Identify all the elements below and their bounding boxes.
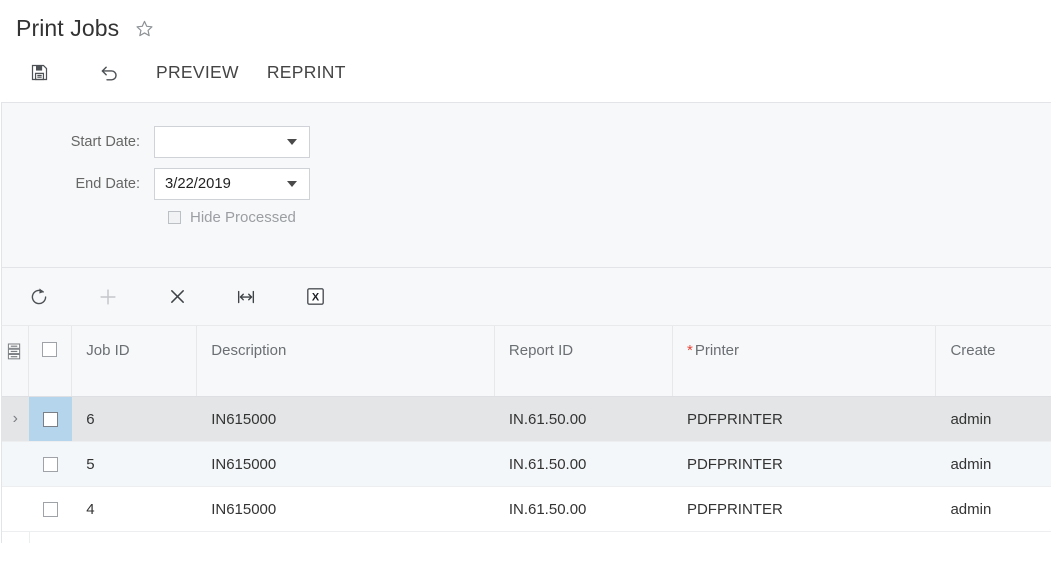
fit-width-icon[interactable] [229, 280, 263, 314]
refresh-icon[interactable] [22, 280, 56, 314]
page-title: Print Jobs [16, 14, 120, 41]
cell-created-by: admin [950, 500, 992, 518]
filter-panel: Start Date: End Date: 3/22/2019 Hide Pro… [1, 102, 1051, 268]
select-all-checkbox[interactable] [42, 342, 58, 357]
cell-printer: PDFPRINTER [686, 455, 783, 473]
hide-processed-checkbox[interactable] [168, 211, 181, 224]
column-header-description[interactable]: Description [197, 326, 495, 396]
chevron-down-icon[interactable] [287, 139, 297, 145]
hide-processed-label: Hide Processed [190, 209, 296, 226]
cell-printer: PDFPRINTER [686, 410, 783, 428]
save-icon[interactable] [22, 55, 56, 89]
cell-report-id: IN.61.50.00 [508, 455, 587, 473]
cell-created-by: admin [950, 410, 992, 428]
column-header-printer-label: Printer [694, 342, 740, 359]
hide-processed-row: Hide Processed [168, 209, 1051, 226]
row-indicator [2, 442, 29, 486]
start-date-row: Start Date: [2, 125, 1051, 159]
end-date-value: 3/22/2019 [165, 176, 231, 192]
undo-icon[interactable] [92, 55, 126, 89]
svg-text:X: X [311, 292, 319, 304]
cell-report-id: IN.61.50.00 [508, 410, 587, 428]
cell-job-id: 5 [86, 455, 95, 473]
grid-toolbar: X [1, 268, 1051, 326]
star-outline-icon[interactable] [133, 17, 155, 39]
reprint-button[interactable]: REPRINT [267, 62, 346, 83]
start-date-label: Start Date: [70, 134, 140, 150]
row-indicator [2, 487, 29, 531]
row-checkbox-cell [29, 442, 73, 486]
cell-created-by: admin [950, 455, 992, 473]
chevron-down-icon[interactable] [287, 181, 297, 187]
end-date-label: End Date: [75, 176, 141, 192]
end-date-row: End Date: 3/22/2019 [2, 167, 1051, 201]
page-header: Print Jobs [0, 0, 1051, 42]
row-checkbox[interactable] [42, 411, 58, 427]
row-checkbox-cell [29, 487, 73, 531]
column-header-job-id[interactable]: Job ID [72, 326, 198, 396]
cell-description: IN615000 [211, 410, 277, 428]
row-checkbox[interactable] [42, 501, 58, 517]
select-all-header-cell [29, 326, 73, 396]
form-toolbar: PREVIEW REPRINT [0, 42, 1051, 102]
table-row-partial [2, 532, 1051, 543]
cell-job-id: 4 [86, 500, 95, 518]
row-checkbox-cell [28, 397, 73, 441]
table-row[interactable]: 4 IN615000 IN.61.50.00 PDFPRINTER admin [2, 487, 1051, 532]
required-asterisk: * [687, 342, 693, 359]
row-checkbox[interactable] [42, 456, 58, 472]
cell-description: IN615000 [211, 500, 277, 518]
cell-job-id: 6 [86, 410, 95, 428]
column-config-icon[interactable] [2, 326, 29, 396]
preview-button[interactable]: PREVIEW [156, 62, 239, 83]
excel-export-icon[interactable]: X [298, 280, 332, 314]
column-header-created-by[interactable]: Create [936, 326, 1051, 396]
print-jobs-grid: Job ID Description Report ID * Printer Cr… [1, 326, 1051, 543]
cell-printer: PDFPRINTER [686, 500, 783, 518]
start-date-input[interactable] [154, 126, 310, 158]
table-row[interactable]: 5 IN615000 IN.61.50.00 PDFPRINTER admin [2, 442, 1051, 487]
close-x-icon[interactable] [160, 280, 194, 314]
table-row[interactable]: › 6 IN615000 IN.61.50.00 PDFPRINTER admi… [2, 397, 1051, 442]
row-indicator-cell [2, 532, 30, 543]
cell-report-id: IN.61.50.00 [508, 500, 587, 518]
end-date-input[interactable]: 3/22/2019 [154, 168, 310, 200]
row-indicator: › [12, 410, 18, 427]
cell-description: IN615000 [211, 455, 277, 473]
column-header-printer[interactable]: * Printer [673, 326, 937, 396]
plus-icon[interactable] [91, 280, 125, 314]
column-header-report-id[interactable]: Report ID [495, 326, 673, 396]
grid-header-row: Job ID Description Report ID * Printer Cr… [2, 326, 1051, 397]
